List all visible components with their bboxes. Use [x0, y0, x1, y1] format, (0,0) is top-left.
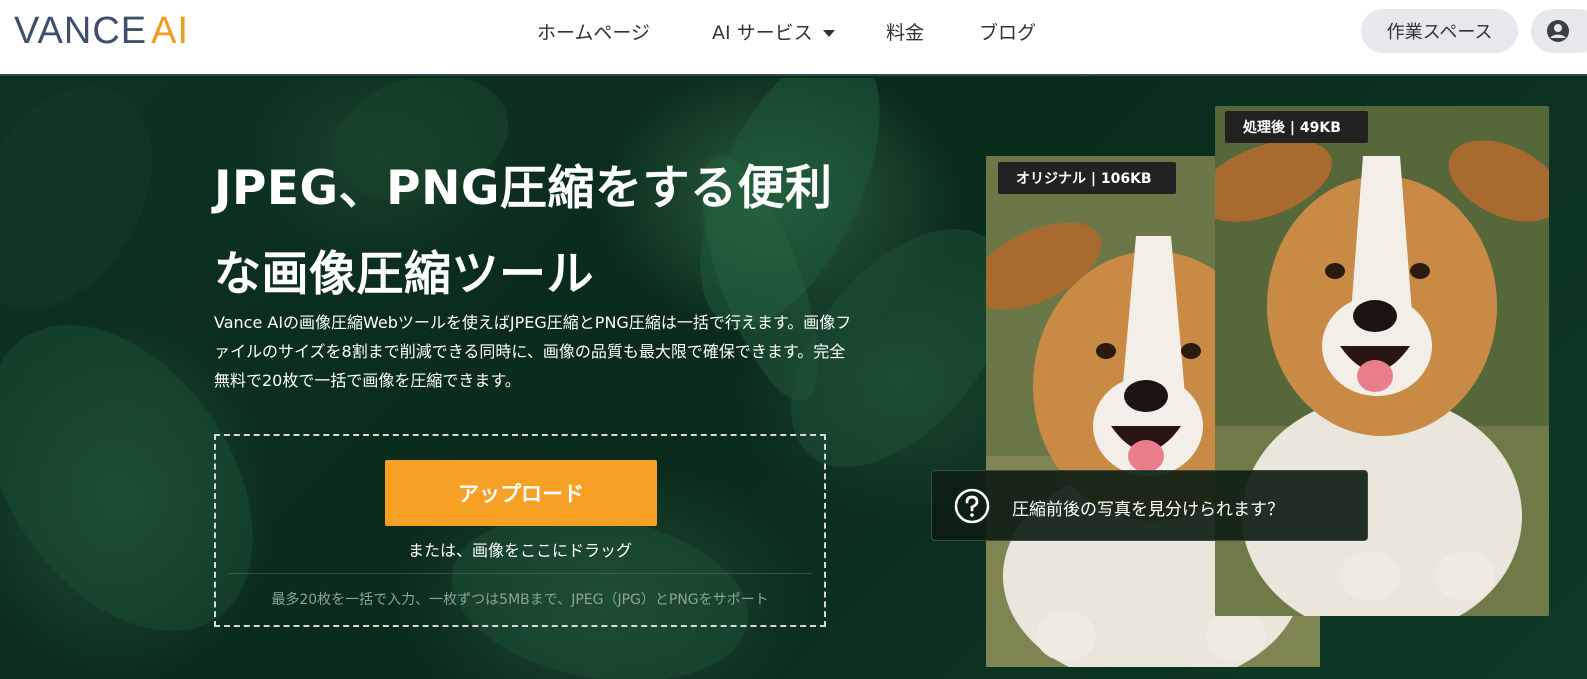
logo-text-ai: AI	[151, 10, 190, 52]
original-size-tag: オリジナル | 106KB	[998, 162, 1176, 194]
chevron-down-icon	[822, 30, 835, 37]
nav-blog-link[interactable]: ブログ	[979, 18, 1036, 45]
vance-ai-logo[interactable]: VANCE AI	[14, 10, 189, 53]
nav-pricing-link[interactable]: 料金	[886, 18, 924, 45]
top-header: VANCE AI ホームページ AI サービス 料金 ブログ 作業スペース	[0, 0, 1587, 76]
hero-section: JPEG、PNG圧縮をする便利な画像圧縮ツール Vance AIの画像圧縮Web…	[0, 78, 1587, 679]
nav-ai-services-label: AI サービス	[712, 22, 813, 44]
processed-size-tag: 処理後 | 49KB	[1225, 111, 1368, 143]
workspace-button[interactable]: 作業スペース	[1361, 9, 1518, 53]
file-drop-zone[interactable]: アップロード または、画像をここにドラッグ 最多20枚を一括で入力、一枚ずつは5…	[214, 434, 826, 627]
compare-quiz-box[interactable]: 圧縮前後の写真を見分けられます？	[931, 470, 1368, 541]
drag-hint-text: または、画像をここにドラッグ	[407, 541, 632, 560]
nav-ai-services-menu[interactable]: AI サービス	[712, 18, 835, 45]
hero-title: JPEG、PNG圧縮をする便利な画像圧縮ツール	[214, 161, 833, 302]
user-icon	[1547, 20, 1569, 42]
drop-zone-divider	[228, 573, 812, 574]
user-account-button[interactable]	[1531, 9, 1587, 53]
compare-quiz-text: 圧縮前後の写真を見分けられます？	[1012, 500, 1284, 520]
logo-text-vance: VANCE	[14, 10, 148, 52]
upload-button[interactable]: アップロード	[385, 460, 657, 526]
nav-home-link[interactable]: ホームページ	[537, 18, 650, 45]
supported-formats-text: 最多20枚を一括で入力、一枚ずつは5MBまで、JPEG（JPG）とPNGをサポー…	[271, 592, 769, 608]
question-circle-icon	[954, 488, 990, 524]
hero-description: Vance AIの画像圧縮Webツールを使えばJPEG圧縮とPNG圧縮は一括で行…	[214, 313, 852, 390]
